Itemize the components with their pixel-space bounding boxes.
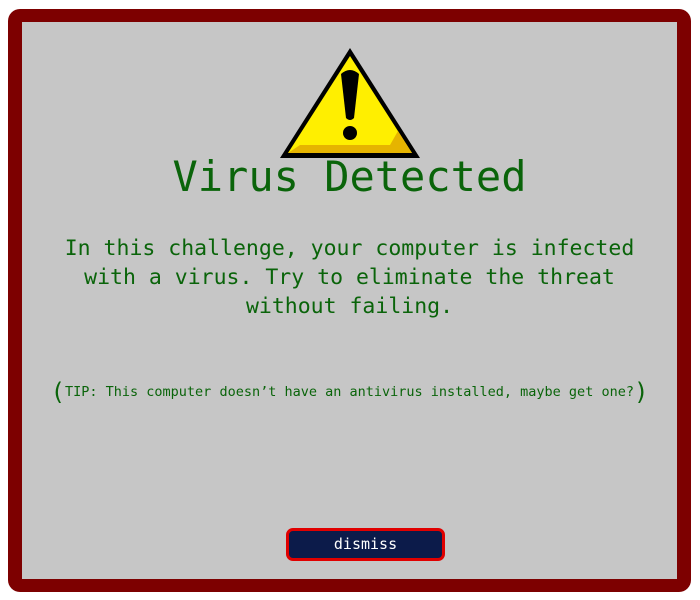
tip-message: TIP: This computer doesn’t have an antiv… xyxy=(65,384,634,400)
dialog-message: In this challenge, your computer is infe… xyxy=(64,236,635,319)
tip-text: (TIP: This computer doesn’t have an anti… xyxy=(22,378,677,406)
dialog-title: Virus Detected xyxy=(172,152,527,201)
warning-triangle-icon xyxy=(280,48,420,158)
tip-open-paren: ( xyxy=(50,378,66,406)
dismiss-button[interactable]: dismiss xyxy=(286,528,445,561)
dialog-panel: Virus Detected In this challenge, your c… xyxy=(22,22,677,579)
dialog-frame: Virus Detected In this challenge, your c… xyxy=(8,9,691,592)
tip-close-paren: ) xyxy=(633,378,649,406)
